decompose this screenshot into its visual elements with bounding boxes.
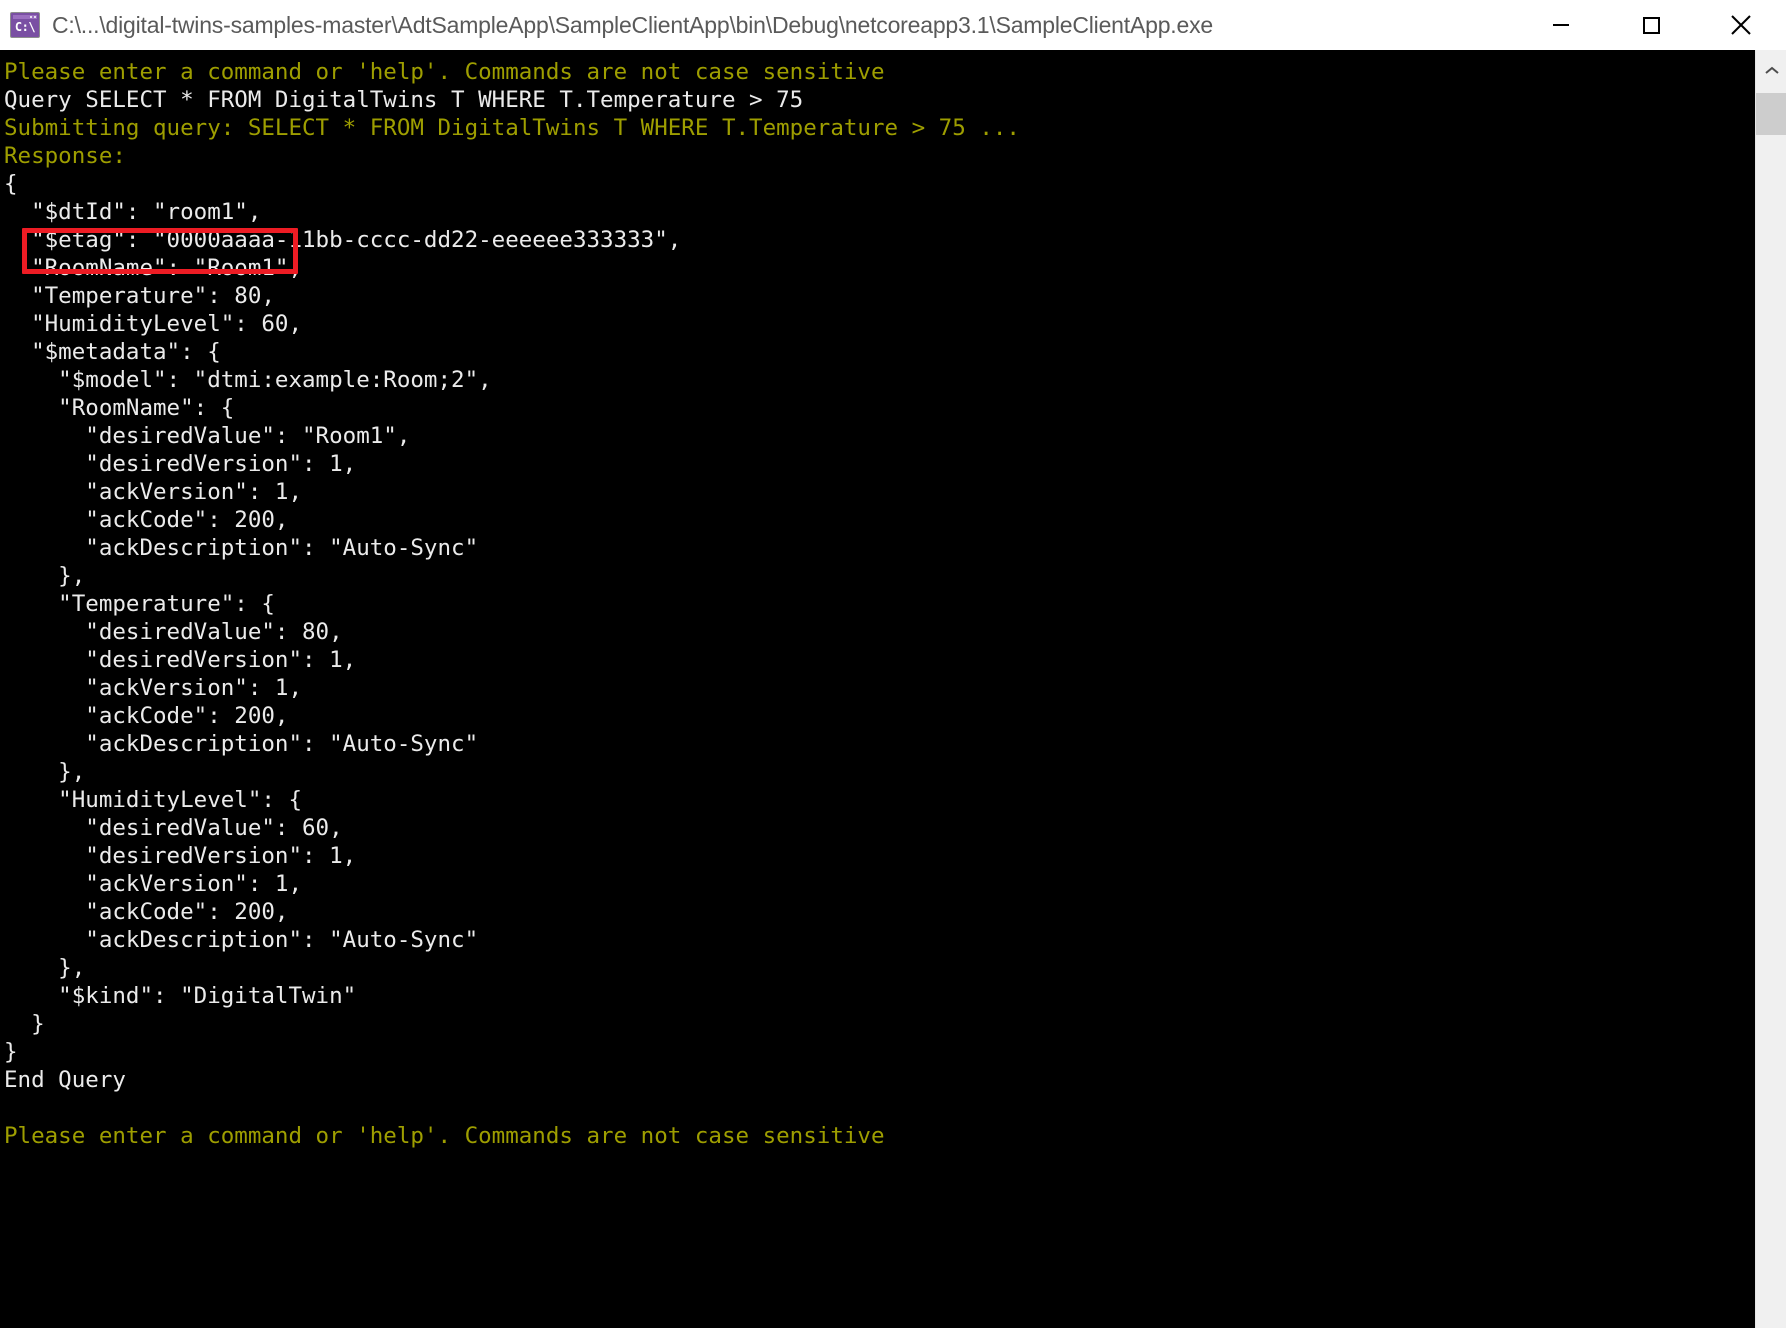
console-line: "ackDescription": "Auto-Sync" xyxy=(4,927,479,953)
console-line: { xyxy=(4,171,18,197)
maximize-button[interactable] xyxy=(1606,0,1696,50)
console-line: "desiredVersion": 1, xyxy=(4,843,357,869)
console-window: C:\ C:\...\digital-twins-samples-master\… xyxy=(0,0,1786,1328)
console-line: Query SELECT * FROM DigitalTwins T WHERE… xyxy=(4,87,804,113)
icon-prompt-glyph: C:\ xyxy=(14,20,36,34)
console-line: } xyxy=(4,1039,18,1065)
console-line: "ackVersion": 1, xyxy=(4,871,303,897)
console-line: Please enter a command or 'help'. Comman… xyxy=(4,1123,885,1149)
console-line: "desiredVersion": 1, xyxy=(4,451,357,477)
console-line: "$model": "dtmi:example:Room;2", xyxy=(4,367,492,393)
console-line: "ackCode": 200, xyxy=(4,703,289,729)
console-line: "Temperature": { xyxy=(4,591,275,617)
console-line: "RoomName": "Room1", xyxy=(4,255,303,281)
console-line: "$dtId": "room1", xyxy=(4,199,262,225)
console-line: Submitting query: SELECT * FROM DigitalT… xyxy=(4,115,1020,141)
console-text: Please enter a command or 'help'. Comman… xyxy=(4,58,1755,1150)
console-line: "HumidityLevel": { xyxy=(4,787,303,813)
console-line: Response: xyxy=(4,143,126,169)
console-line: } xyxy=(4,1011,45,1037)
window-title: C:\...\digital-twins-samples-master\AdtS… xyxy=(52,11,1213,38)
window-titlebar[interactable]: C:\ C:\...\digital-twins-samples-master\… xyxy=(0,0,1786,50)
console-line: "ackVersion": 1, xyxy=(4,675,303,701)
console-line: "$etag": "0000aaaa-11bb-cccc-dd22-eeeeee… xyxy=(4,227,682,253)
icon-dot-two xyxy=(34,16,36,18)
console-line: "ackCode": 200, xyxy=(4,507,289,533)
console-output-area[interactable]: Please enter a command or 'help'. Comman… xyxy=(0,50,1755,1328)
console-line: "Temperature": 80, xyxy=(4,283,275,309)
scrollbar-thumb[interactable] xyxy=(1756,93,1786,135)
console-line: "ackVersion": 1, xyxy=(4,479,303,505)
console-line: End Query xyxy=(4,1067,126,1093)
console-line: "ackDescription": "Auto-Sync" xyxy=(4,535,479,561)
vertical-scrollbar[interactable] xyxy=(1755,50,1786,1328)
console-line: }, xyxy=(4,759,86,785)
console-line: "$kind": "DigitalTwin" xyxy=(4,983,357,1009)
console-line: "desiredValue": 80, xyxy=(4,619,343,645)
console-line: "$metadata": { xyxy=(4,339,221,365)
console-line: "desiredValue": "Room1", xyxy=(4,423,411,449)
console-line: }, xyxy=(4,563,86,589)
console-line: "HumidityLevel": 60, xyxy=(4,311,303,337)
window-controls xyxy=(1516,0,1786,50)
console-line: "RoomName": { xyxy=(4,395,235,421)
console-line: "ackDescription": "Auto-Sync" xyxy=(4,731,479,757)
console-line: "desiredValue": 60, xyxy=(4,815,343,841)
icon-dot-one xyxy=(30,16,32,18)
console-line: Please enter a command or 'help'. Comman… xyxy=(4,59,885,85)
console-line: }, xyxy=(4,955,86,981)
console-body: Please enter a command or 'help'. Comman… xyxy=(0,50,1786,1328)
scroll-up-arrow-icon[interactable] xyxy=(1756,50,1786,92)
console-app-icon: C:\ xyxy=(10,12,40,38)
minimize-button[interactable] xyxy=(1516,0,1606,50)
console-line: "desiredVersion": 1, xyxy=(4,647,357,673)
console-line: "ackCode": 200, xyxy=(4,899,289,925)
close-button[interactable] xyxy=(1696,0,1786,50)
